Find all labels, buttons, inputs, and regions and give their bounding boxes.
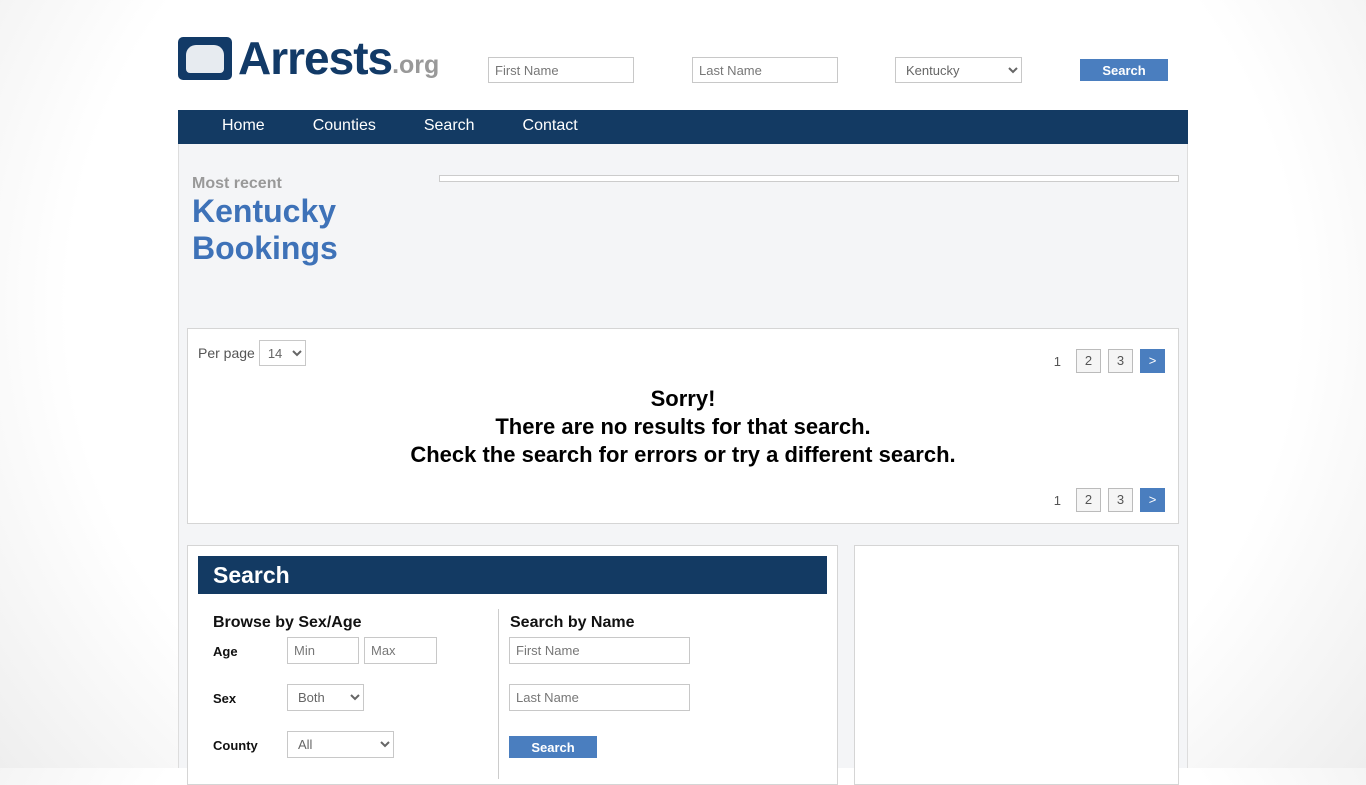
header-first-name-input[interactable] — [488, 57, 634, 83]
carousel-bar — [439, 175, 1179, 182]
title-line: Kentucky — [192, 193, 337, 229]
page-3[interactable]: 3 — [1108, 488, 1133, 512]
name-search-title: Search by Name — [510, 614, 635, 631]
age-label: Age — [213, 644, 238, 659]
name-search-button[interactable]: Search — [509, 736, 597, 758]
nav-search[interactable]: Search — [424, 110, 475, 144]
ad-panel — [854, 545, 1179, 785]
divider — [498, 609, 499, 779]
msg-line: Sorry! — [650, 386, 716, 411]
page-current: 1 — [1053, 353, 1061, 369]
header-search-button[interactable]: Search — [1080, 59, 1168, 81]
state-select[interactable]: Kentucky — [895, 57, 1022, 83]
logo[interactable]: Arrests .org — [178, 32, 440, 84]
browse-title: Browse by Sex/Age — [213, 614, 362, 631]
header-last-name-input[interactable] — [692, 57, 838, 83]
pagination-top: 1 2 3 > — [1054, 349, 1165, 373]
nav-home[interactable]: Home — [222, 110, 265, 144]
page-3[interactable]: 3 — [1108, 349, 1133, 373]
age-min-input[interactable] — [287, 637, 359, 664]
page-2[interactable]: 2 — [1076, 488, 1101, 512]
nav-contact[interactable]: Contact — [523, 110, 578, 144]
county-label: County — [213, 738, 258, 753]
first-name-input[interactable] — [509, 637, 690, 664]
county-select[interactable]: All — [287, 731, 394, 758]
title-line: Bookings — [192, 230, 338, 266]
handcuffs-logo-icon — [178, 37, 232, 80]
main-nav: Home Counties Search Contact — [178, 110, 1188, 144]
page-current: 1 — [1053, 492, 1061, 508]
sex-label: Sex — [213, 691, 237, 706]
no-results-message: Sorry! There are no results for that sea… — [188, 385, 1178, 469]
search-panel: Search Browse by Sex/Age Age Sex Both Co… — [187, 545, 838, 785]
search-panel-title: Search — [198, 556, 827, 594]
sex-select[interactable]: Both — [287, 684, 364, 711]
results-panel: Per page 14 1 2 3 > Sorry! There are no … — [187, 328, 1179, 524]
age-max-input[interactable] — [364, 637, 437, 664]
logo-text: Arrests — [238, 32, 393, 84]
per-page-label: Per page — [198, 345, 255, 361]
msg-line: There are no results for that search. — [495, 414, 871, 439]
next-page[interactable]: > — [1140, 488, 1165, 512]
per-page-select[interactable]: 14 — [258, 340, 306, 366]
hero-kicker: Most recent — [192, 175, 282, 192]
pagination-bottom: 1 2 3 > — [1054, 488, 1165, 512]
next-page[interactable]: > — [1140, 349, 1165, 373]
page-title: Kentucky Bookings — [192, 193, 338, 267]
page-2[interactable]: 2 — [1076, 349, 1101, 373]
msg-line: Check the search for errors or try a dif… — [410, 442, 956, 467]
nav-counties[interactable]: Counties — [313, 110, 376, 144]
logo-suffix: .org — [392, 51, 440, 79]
last-name-input[interactable] — [509, 684, 690, 711]
